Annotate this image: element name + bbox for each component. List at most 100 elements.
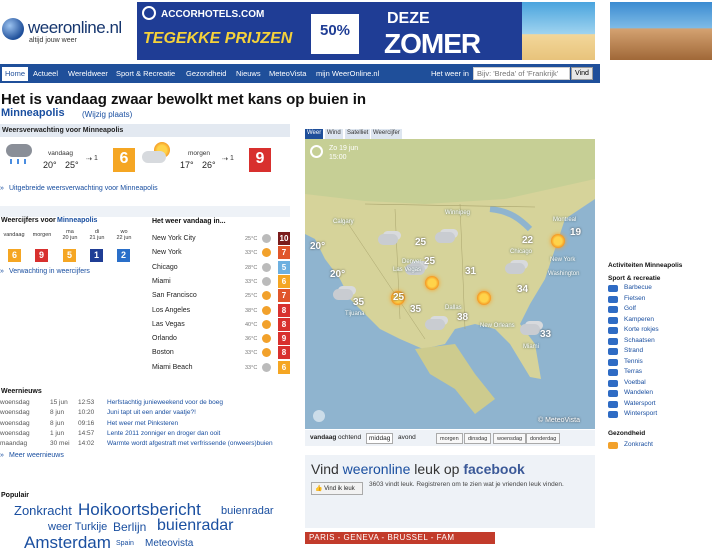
news-link[interactable]: Herfstachtig junieweekend voor de boeg	[107, 399, 223, 406]
city-row[interactable]: Miami Beach 33°C 6	[152, 360, 292, 375]
city-name[interactable]: New York	[152, 249, 182, 256]
news-link[interactable]: Juni tapt uit een ander vaatje?!	[107, 409, 196, 416]
time-avond[interactable]: avond	[396, 433, 418, 442]
day-morgen[interactable]: morgen	[436, 433, 463, 444]
map-temp: 20°	[310, 241, 326, 252]
time-middag[interactable]: middag	[366, 433, 394, 444]
forecast-more-link[interactable]: Uitgebreide weersverwachting voor Minnea…	[9, 185, 158, 192]
activity-schaatsen[interactable]: Schaatsen	[608, 337, 723, 347]
city-row[interactable]: Orlando 36°C 9	[152, 332, 292, 346]
forecast-today-score: 6	[113, 148, 135, 172]
weather-icon	[262, 305, 271, 315]
news-link[interactable]: Lente 2011 zonniger en droger dan ooit	[107, 430, 220, 437]
city-name[interactable]: Miami Beach	[152, 364, 192, 371]
nav-sport-recreatie[interactable]: Sport & Recreatie	[113, 67, 178, 81]
nav-wereldweer[interactable]: Wereldweer	[65, 67, 111, 81]
weather-icon	[262, 348, 271, 358]
search-button[interactable]: Vind	[571, 67, 593, 80]
map-tabs: Weer Wind Satelliet Weercijfer	[305, 129, 595, 139]
activity-voetbal[interactable]: Voetbal	[608, 379, 723, 389]
tag-link[interactable]: weer Turkije	[48, 521, 107, 533]
activity-barbecue[interactable]: Barbecue	[608, 284, 723, 294]
city-score: 8	[278, 303, 290, 317]
day-woensdag[interactable]: woensdag	[493, 433, 527, 444]
activity-golf[interactable]: Golf	[608, 305, 723, 315]
city-row[interactable]: Chicago 28°C 5	[152, 260, 292, 275]
city-temp: 33°C	[245, 250, 258, 257]
tab-wind[interactable]: Wind	[325, 129, 343, 139]
ad-photo[interactable]	[610, 2, 712, 60]
ad-banner[interactable]: ACCORHOTELS.COM TEGEKKE PRIJZEN 50% DEZE…	[137, 2, 595, 60]
day-donderdag[interactable]: donderdag	[526, 433, 561, 444]
sun-cloud-icon	[140, 142, 174, 168]
city-score: 6	[278, 360, 290, 374]
search-input[interactable]	[473, 67, 570, 80]
activity-strand[interactable]: Strand	[608, 347, 723, 357]
city-name[interactable]: San Francisco	[152, 292, 197, 299]
activity-wintersport[interactable]: Wintersport	[608, 410, 723, 420]
city-row[interactable]: New York 33°C 7	[152, 246, 292, 260]
tab-weer[interactable]: Weer	[305, 129, 324, 139]
nav-gezondheid[interactable]: Gezondheid	[183, 67, 229, 81]
nav-actueel[interactable]: Actueel	[30, 67, 61, 81]
weercijfers-city[interactable]: Minneapolis	[57, 217, 97, 224]
nav-nieuws[interactable]: Nieuws	[233, 67, 264, 81]
city-row[interactable]: Los Angeles 38°C 8	[152, 303, 292, 318]
city-temp: 38°C	[245, 307, 258, 314]
tag-link[interactable]: Zonkracht	[14, 503, 72, 518]
city-row[interactable]: Las Vegas 40°C 8	[152, 317, 292, 332]
city-row[interactable]: San Francisco 25°C 7	[152, 289, 292, 303]
city-name[interactable]: Los Angeles	[152, 307, 190, 314]
city-row[interactable]: Boston 33°C 8	[152, 346, 292, 360]
activity-terras[interactable]: Terras	[608, 368, 723, 378]
weercijfers-link[interactable]: Verwachting in weercijfers	[9, 268, 90, 275]
nav-mijn-weeronline[interactable]: mijn WeerOnline.nl	[313, 67, 382, 81]
news-row[interactable]: woensdag 8 jun 09:16 Het weer met Pinkstere…	[0, 420, 295, 430]
facebook-like-button[interactable]: 👍 Vind ik leuk	[311, 482, 363, 495]
city-name[interactable]: Chicago	[152, 264, 178, 271]
day-score: 1	[90, 249, 103, 262]
city-row[interactable]: Miami 33°C 6	[152, 274, 292, 289]
city-name[interactable]: New York City	[152, 235, 196, 242]
news-link[interactable]: Warmte wordt afgestraft met verfrissende…	[107, 440, 273, 447]
city-name[interactable]: Orlando	[152, 335, 177, 342]
day-dinsdag[interactable]: dinsdag	[464, 433, 492, 444]
news-row[interactable]: woensdag 15 jun 12:53 Herfstachtig juniewee…	[0, 399, 295, 409]
news-row[interactable]: maandag 30 mei 14:02 Warmte wordt afgestraf…	[0, 440, 295, 450]
promo-footer-strip[interactable]: PARIS - GENEVA - BRUSSEL - FAM	[305, 532, 495, 544]
city-row[interactable]: New York City 25°C 10	[152, 232, 292, 246]
news-row[interactable]: woensdag 8 jun 10:20 Juni tapt uit een ande…	[0, 409, 295, 419]
activity-korte-rokjes[interactable]: Korte rokjes	[608, 326, 723, 336]
activity-zonkracht[interactable]: Zonkracht	[608, 441, 723, 451]
activity-tennis[interactable]: Tennis	[608, 358, 723, 368]
activity-wandelen[interactable]: Wandelen	[608, 389, 723, 399]
nav-home[interactable]: Home	[2, 67, 29, 81]
activity-watersport[interactable]: Watersport	[608, 400, 723, 410]
city-name[interactable]: Miami	[152, 278, 171, 285]
map-place-label: Miami	[523, 344, 539, 350]
time-ochtend[interactable]: ochtend	[336, 433, 363, 442]
tag-link[interactable]: Spain	[116, 540, 134, 547]
tag-link[interactable]: Berlijn	[113, 520, 146, 534]
tag-link[interactable]: buienradar	[221, 505, 274, 517]
weather-map[interactable]: 20° 25 22 19 20° 25 31 25 34 35 35 38 33 Calgary Winni…	[305, 139, 595, 429]
tag-link[interactable]: Meteovista	[145, 538, 193, 549]
time-vandaag[interactable]: vandaag	[308, 433, 338, 442]
tag-link[interactable]: Amsterdam	[24, 533, 111, 553]
activity-kamperen[interactable]: Kamperen	[608, 316, 723, 326]
news-more-link[interactable]: Meer weernieuws	[9, 452, 64, 459]
news-link[interactable]: Het weer met Pinksteren	[107, 420, 178, 427]
nav-meteovista[interactable]: MeteoVista	[266, 67, 309, 81]
news-row[interactable]: woensdag 1 jun 14:57 Lente 2011 zonniger en…	[0, 430, 295, 440]
tag-link[interactable]: buienradar	[157, 517, 234, 535]
city-name[interactable]: Las Vegas	[152, 321, 185, 328]
activity-fietsen[interactable]: Fietsen	[608, 295, 723, 305]
logo[interactable]: weeronline.nl altijd jouw weer	[2, 18, 130, 48]
change-city-link[interactable]: (Wijzig plaats)	[82, 110, 132, 119]
city-temp: 25°C	[245, 236, 258, 242]
tab-weercijfer[interactable]: Weercijfer	[371, 129, 402, 139]
tab-satelliet[interactable]: Satelliet	[345, 129, 371, 139]
rain-cloud-icon	[4, 142, 34, 166]
weather-icon	[262, 248, 271, 258]
city-name[interactable]: Boston	[152, 349, 174, 356]
